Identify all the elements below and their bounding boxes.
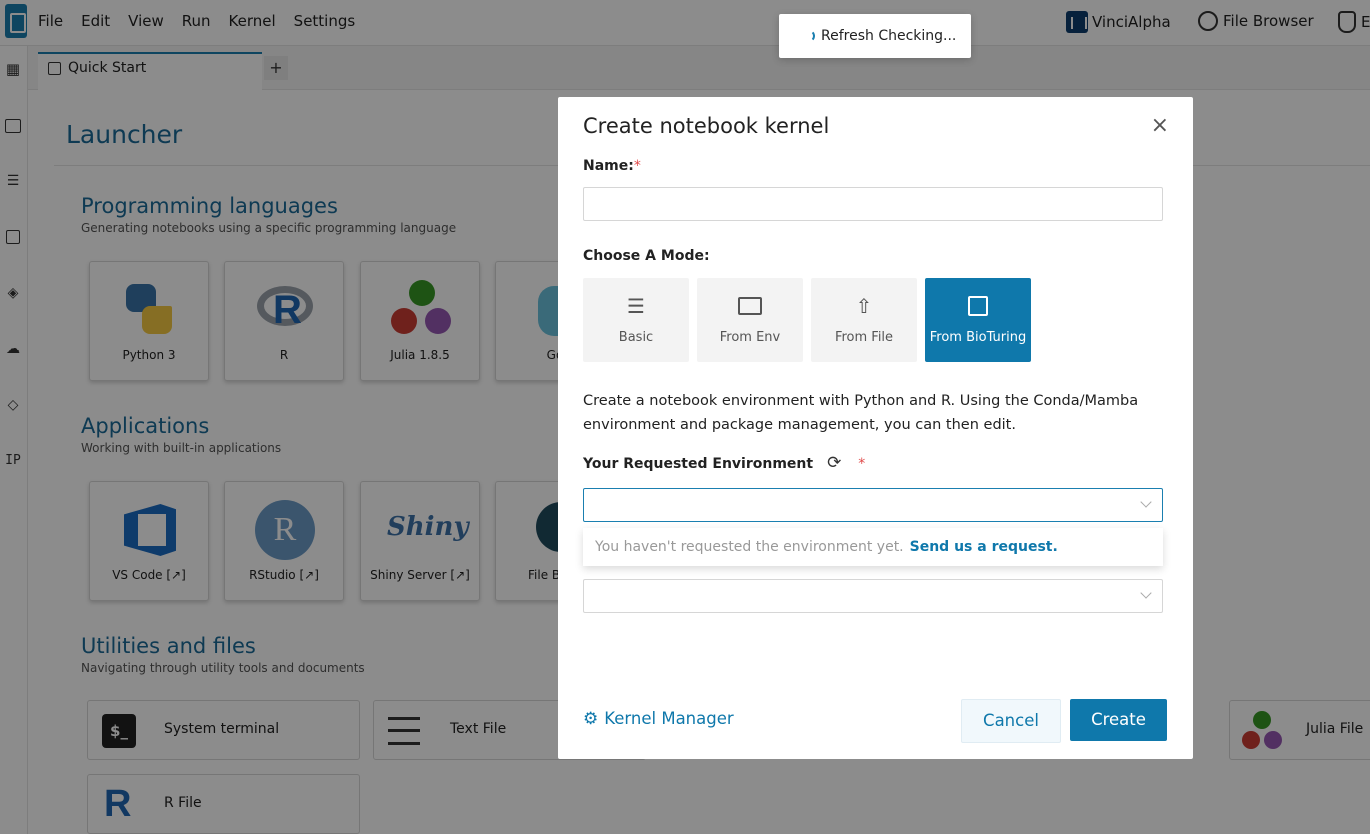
mode-from-env[interactable]: From Env [697,278,803,362]
toast-text: Refresh Checking... [821,28,957,44]
mode-from-bioturing[interactable]: From BioTuring [925,278,1031,362]
dialog-title: Create notebook kernel [583,114,830,138]
mode-basic[interactable]: ☰ Basic [583,278,689,362]
create-button[interactable]: Create [1070,699,1167,741]
cancel-button[interactable]: Cancel [961,699,1061,743]
send-request-link[interactable]: Send us a request. [910,539,1058,555]
gear-icon: ⚙ [583,709,599,729]
mode-from-file[interactable]: ⇧ From File [811,278,917,362]
close-icon[interactable]: × [1151,113,1169,138]
spinner-icon [803,30,815,42]
second-select[interactable] [583,579,1163,613]
bioturing-icon [966,294,990,318]
requested-env-label: Your Requested Environment ⟳ * [583,453,866,473]
mode-label: Choose A Mode: [583,248,710,264]
chevron-down-icon [1140,587,1152,599]
mode-description: Create a notebook environment with Pytho… [583,393,1139,433]
env-dropdown-empty: You haven't requested the environment ye… [583,528,1163,566]
mode-selector: ☰ Basic From Env ⇧ From File From BioTur… [583,278,1031,362]
refresh-toast: Refresh Checking... [779,14,971,58]
create-kernel-dialog: Create notebook kernel × Name:* Choose A… [558,97,1193,759]
chevron-down-icon [1140,496,1152,508]
kernel-manager-link[interactable]: ⚙ Kernel Manager [583,709,734,729]
requested-env-select[interactable] [583,488,1163,522]
required-marker: * [633,158,641,174]
list-icon: ☰ [627,294,645,318]
upload-icon: ⇧ [855,294,873,318]
refresh-icon[interactable]: ⟳ [827,453,841,473]
name-label: Name:* [583,158,641,174]
wallet-icon [738,294,762,318]
required-marker: * [858,456,866,472]
empty-hint-text: You haven't requested the environment ye… [595,539,904,555]
name-input[interactable] [583,187,1163,221]
